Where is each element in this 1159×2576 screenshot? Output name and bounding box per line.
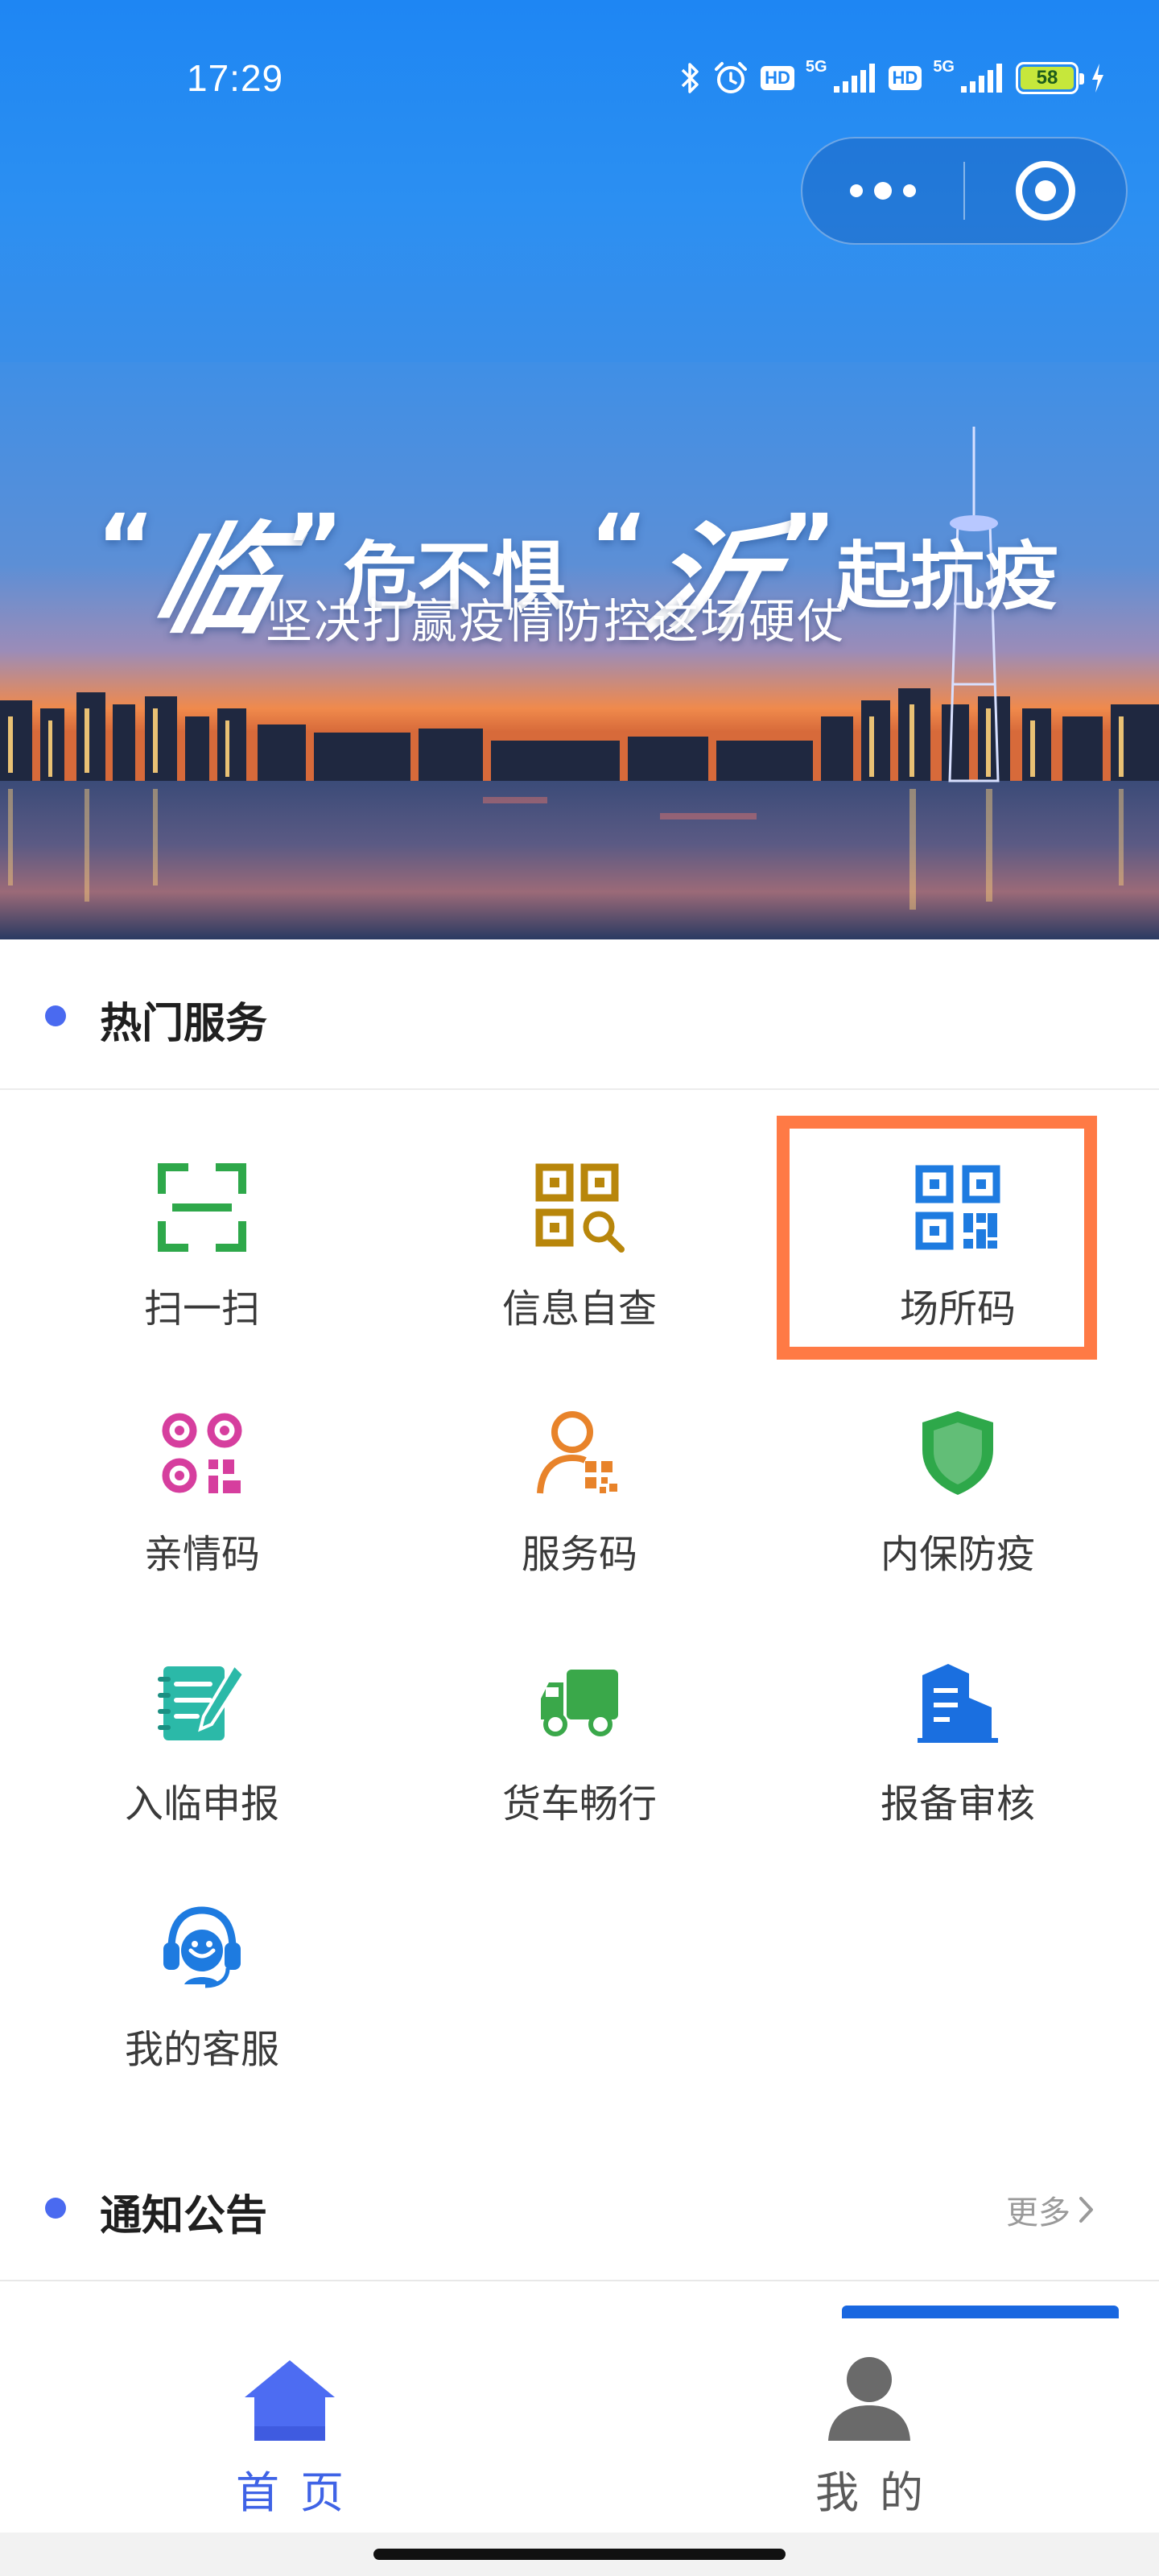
hot-services-header: 热门服务 <box>0 939 1159 1092</box>
family-qr-icon <box>154 1405 250 1501</box>
status-time: 17:29 <box>187 57 284 99</box>
mini-program-capsule <box>801 137 1128 245</box>
more-link[interactable]: 更多 <box>1006 2186 1095 2233</box>
user-icon <box>821 2354 918 2442</box>
hd-icon: HD <box>761 58 794 98</box>
hd-label-2: HD <box>888 66 922 90</box>
banner[interactable]: “ 临 ” 危不惧 “ 沂 ” 起抗疫 坚决打赢疫情防控这场硬仗 <box>0 362 1159 939</box>
signal-icon <box>959 58 1004 98</box>
service-label: 入临申报 <box>124 1781 279 1827</box>
section-title-hot-services: 热门服务 <box>100 1000 268 1048</box>
section-dot <box>45 1005 66 1026</box>
target-close-icon[interactable] <box>965 138 1126 243</box>
home-icon <box>241 2354 338 2442</box>
network-5g-label-1: 5G <box>805 58 827 76</box>
alarm-icon <box>712 58 749 98</box>
banner-quote: ” <box>777 494 837 598</box>
service-label: 我的客服 <box>124 2027 279 2072</box>
service-info-check[interactable]: 信息自查 <box>419 1159 740 1401</box>
person-qr-icon <box>531 1405 628 1501</box>
app-root: 17:29 HD 5G HD 5G 58 “ 临 ” 危不惧 “ 沂 ” 起抗疫… <box>0 0 1159 2576</box>
service-family-code[interactable]: 亲情码 <box>41 1405 363 1646</box>
service-my-support[interactable]: 我的客服 <box>41 1900 363 2141</box>
service-entry-report[interactable]: 入临申报 <box>41 1654 363 1896</box>
tab-label-home: 首页 <box>236 2467 365 2518</box>
network-5g-label-2: 5G <box>933 58 955 76</box>
chevron-right-icon <box>1079 2197 1093 2223</box>
battery-icon: 58 <box>1016 58 1084 98</box>
notebook-pen-icon <box>154 1654 250 1751</box>
charging-icon <box>1090 58 1106 98</box>
qr-search-icon <box>531 1159 628 1256</box>
service-label: 内保防疫 <box>880 1532 1035 1577</box>
hd-label-1: HD <box>761 66 794 90</box>
shield-icon <box>909 1405 1006 1501</box>
banner-title-text-2: 起抗疫 <box>836 534 1059 620</box>
service-label: 货车畅行 <box>501 1781 657 1827</box>
highlight-box <box>777 1116 1097 1360</box>
scan-icon <box>154 1159 250 1256</box>
notices-header: 通知公告 更多 <box>0 2125 1159 2278</box>
hd-icon: HD <box>888 58 922 98</box>
bluetooth-icon <box>680 58 701 98</box>
system-nav-bar <box>0 2533 1159 2576</box>
notice-card-edge <box>842 2306 1119 2318</box>
banner-quote: “ <box>97 494 155 598</box>
service-label: 扫一扫 <box>143 1286 260 1331</box>
more-dots-icon[interactable] <box>802 138 963 243</box>
service-scan[interactable]: 扫一扫 <box>41 1159 363 1401</box>
service-filing-review[interactable]: 报备审核 <box>797 1654 1119 1896</box>
more-label: 更多 <box>1006 2194 1070 2231</box>
battery-level: 58 <box>1021 67 1074 89</box>
divider <box>0 1088 1159 1090</box>
service-label: 报备审核 <box>880 1781 1035 1827</box>
service-service-code[interactable]: 服务码 <box>419 1405 740 1646</box>
service-truck-pass[interactable]: 货车畅行 <box>419 1654 740 1896</box>
status-icons: HD 5G HD 5G 58 <box>680 58 1106 98</box>
banner-quote: “ <box>589 494 648 598</box>
truck-icon <box>531 1654 628 1751</box>
banner-quote: ” <box>285 494 344 598</box>
section-title-notices: 通知公告 <box>100 2192 268 2240</box>
home-indicator[interactable] <box>373 2549 786 2560</box>
headset-icon <box>154 1900 250 1996</box>
building-icon <box>909 1654 1006 1751</box>
tab-label-mine: 我的 <box>815 2467 944 2518</box>
service-internal-protection[interactable]: 内保防疫 <box>797 1405 1119 1646</box>
section-dot <box>45 2198 66 2219</box>
service-label: 亲情码 <box>143 1532 260 1577</box>
tab-mine[interactable]: 我的 <box>580 2281 1159 2534</box>
tab-home[interactable]: 首页 <box>0 2281 580 2534</box>
signal-icon <box>832 58 877 98</box>
service-label: 服务码 <box>521 1532 637 1577</box>
service-label: 信息自查 <box>501 1286 657 1331</box>
banner-subtitle: 坚决打赢疫情防控这场硬仗 <box>266 594 846 649</box>
top-header: 17:29 HD 5G HD 5G 58 <box>0 0 1159 362</box>
